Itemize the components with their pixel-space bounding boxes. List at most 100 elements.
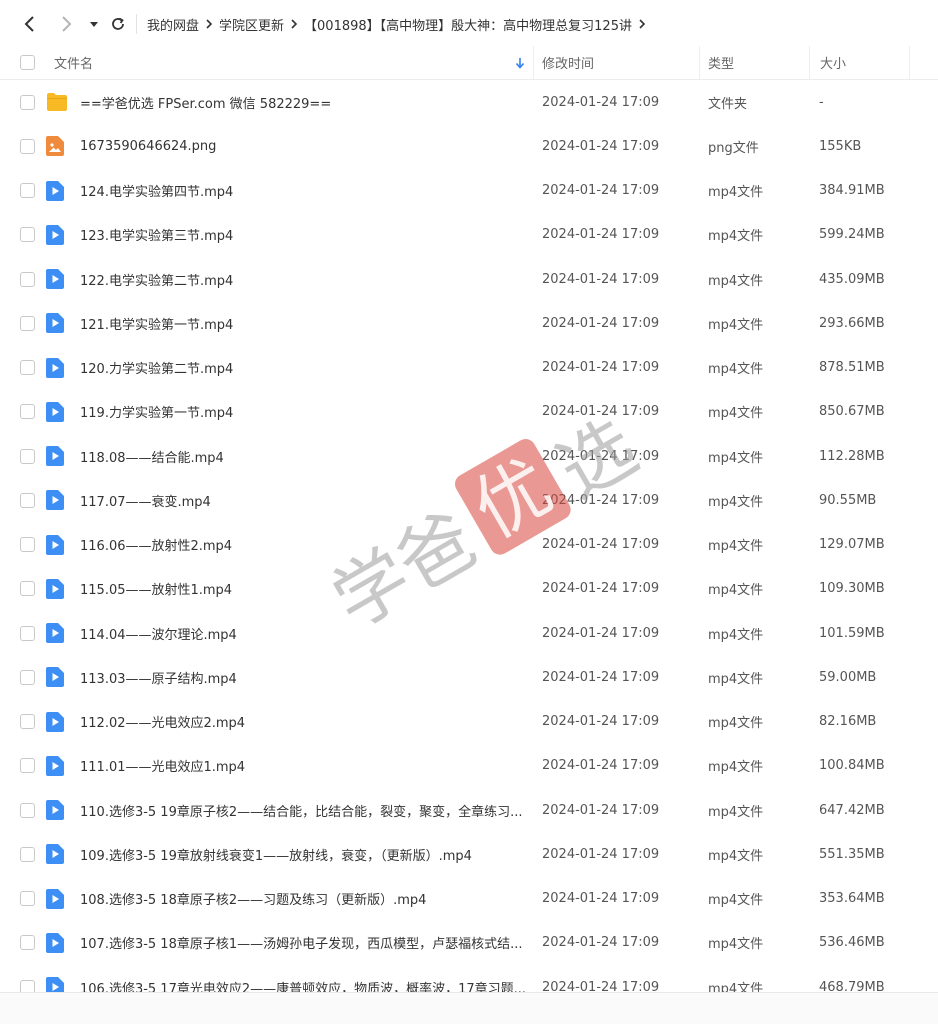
file-name[interactable]: 113.03——原子结构.mp4	[80, 668, 542, 687]
row-checkbox[interactable]	[19, 271, 35, 287]
file-name[interactable]: 110.选修3-5 19章原子核2——结合能，比结合能，裂变，聚变，全章练习..…	[80, 801, 542, 820]
row-checkbox[interactable]	[19, 625, 35, 641]
file-name[interactable]: 117.07——衰变.mp4	[80, 491, 542, 510]
video-file-icon	[46, 623, 80, 644]
file-row[interactable]: 123.电学实验第三节.mp4 2024-01-24 17:09 mp4文件 599.…	[0, 213, 938, 257]
video-file-icon	[46, 401, 80, 422]
file-modified-time: 2024-01-24 17:09	[542, 315, 660, 331]
file-name[interactable]: 1673590646624.png	[80, 139, 542, 154]
file-row[interactable]: 121.电学实验第一节.mp4 2024-01-24 17:09 mp4文件 293.…	[0, 301, 938, 345]
file-name[interactable]: 123.电学实验第三节.mp4	[80, 225, 542, 244]
file-name[interactable]: 124.电学实验第四节.mp4	[80, 181, 542, 200]
file-name[interactable]: 111.01——光电效应1.mp4	[80, 756, 542, 775]
file-row[interactable]: 118.08——结合能.mp4 2024-01-24 17:09 mp4文件 112.…	[0, 434, 938, 478]
folder-icon	[46, 92, 80, 112]
chevron-right-icon	[62, 16, 72, 32]
file-name[interactable]: 114.04——波尔理论.mp4	[80, 624, 542, 643]
row-checkbox[interactable]	[19, 183, 35, 199]
file-row[interactable]: 112.02——光电效应2.mp4 2024-01-24 17:09 mp4文件 82…	[0, 700, 938, 744]
row-checkbox[interactable]	[19, 492, 35, 508]
file-row[interactable]: 114.04——波尔理论.mp4 2024-01-24 17:09 mp4文件 101…	[0, 611, 938, 655]
row-checkbox[interactable]	[19, 94, 35, 110]
row-checkbox[interactable]	[19, 315, 35, 331]
file-name[interactable]: 116.06——放射性2.mp4	[80, 535, 542, 554]
row-checkbox[interactable]	[19, 227, 35, 243]
row-select-cell	[0, 714, 46, 730]
file-size: 112.28MB	[819, 448, 885, 464]
file-row[interactable]: 124.电学实验第四节.mp4 2024-01-24 17:09 mp4文件 384.…	[0, 169, 938, 213]
breadcrumb-item-my-drive[interactable]: 我的网盘	[147, 15, 199, 34]
chevron-left-icon	[24, 16, 34, 32]
column-header-modified-label: 修改时间	[542, 57, 595, 72]
file-name[interactable]: 120.力学实验第二节.mp4	[80, 358, 542, 377]
row-checkbox[interactable]	[19, 537, 35, 553]
file-row[interactable]: 115.05——放射性1.mp4 2024-01-24 17:09 mp4文件 109…	[0, 567, 938, 611]
sort-descending-icon[interactable]	[515, 57, 525, 69]
video-file-icon	[46, 269, 80, 290]
file-row[interactable]: 111.01——光电效应1.mp4 2024-01-24 17:09 mp4文件 10…	[0, 744, 938, 788]
file-name[interactable]: 118.08——结合能.mp4	[80, 447, 542, 466]
breadcrumb-item-college-updates[interactable]: 学院区更新	[219, 15, 284, 34]
row-select-cell	[0, 138, 46, 154]
file-row[interactable]: 110.选修3-5 19章原子核2——结合能，比结合能，裂变，聚变，全章练习..…	[0, 788, 938, 832]
breadcrumb-item-current-folder[interactable]: 【001898】【高中物理】殷大神：高中物理总复习125讲	[304, 15, 632, 34]
back-button[interactable]	[18, 12, 42, 36]
row-checkbox[interactable]	[19, 714, 35, 730]
file-row[interactable]: 1673590646624.png 2024-01-24 17:09 png文件 15…	[0, 124, 938, 168]
file-name[interactable]: 121.电学实验第一节.mp4	[80, 314, 542, 333]
row-select-cell	[0, 227, 46, 243]
row-select-cell	[0, 315, 46, 331]
file-size: 90.55MB	[819, 492, 877, 508]
row-checkbox[interactable]	[19, 448, 35, 464]
file-type: mp4文件	[708, 494, 764, 510]
forward-button[interactable]	[54, 12, 78, 36]
row-checkbox[interactable]	[19, 846, 35, 862]
file-row[interactable]: 109.选修3-5 19章放射线衰变1——放射线，衰变，（更新版）.mp4 202…	[0, 832, 938, 876]
file-row[interactable]: 113.03——原子结构.mp4 2024-01-24 17:09 mp4文件 59.…	[0, 655, 938, 699]
video-file-icon	[46, 977, 80, 992]
row-checkbox[interactable]	[19, 360, 35, 376]
row-checkbox[interactable]	[19, 581, 35, 597]
refresh-button[interactable]	[106, 12, 130, 36]
file-row[interactable]: ==学爸优选 FPSer.com 微信 582229== 2024-01-24 1…	[0, 80, 938, 124]
row-checkbox[interactable]	[19, 758, 35, 774]
file-row[interactable]: 117.07——衰变.mp4 2024-01-24 17:09 mp4文件 90.55…	[0, 478, 938, 522]
file-name[interactable]: 109.选修3-5 19章放射线衰变1——放射线，衰变，（更新版）.mp4	[80, 845, 542, 864]
file-row[interactable]: 116.06——放射性2.mp4 2024-01-24 17:09 mp4文件 129…	[0, 523, 938, 567]
file-row[interactable]: 107.选修3-5 18章原子核1——汤姆孙电子发现，西瓜模型，卢瑟福核式结..…	[0, 921, 938, 965]
file-row[interactable]: 119.力学实验第一节.mp4 2024-01-24 17:09 mp4文件 850.…	[0, 390, 938, 434]
video-file-icon	[46, 932, 80, 953]
breadcrumb-separator-icon	[638, 19, 646, 29]
row-checkbox[interactable]	[19, 404, 35, 420]
row-checkbox[interactable]	[19, 935, 35, 951]
history-dropdown-button[interactable]	[82, 12, 106, 36]
file-name[interactable]: 112.02——光电效应2.mp4	[80, 712, 542, 731]
video-file-icon	[46, 667, 80, 688]
file-row[interactable]: 108.选修3-5 18章原子核2——习题及练习（更新版）.mp4 2024-01…	[0, 877, 938, 921]
file-type: mp4文件	[708, 804, 764, 820]
row-checkbox[interactable]	[19, 891, 35, 907]
file-name[interactable]: 107.选修3-5 18章原子核1——汤姆孙电子发现，西瓜模型，卢瑟福核式结..…	[80, 933, 542, 952]
file-row[interactable]: 120.力学实验第二节.mp4 2024-01-24 17:09 mp4文件 878.…	[0, 346, 938, 390]
file-size: 384.91MB	[819, 183, 885, 199]
row-checkbox[interactable]	[19, 979, 35, 992]
video-file-icon	[46, 844, 80, 865]
column-header-name[interactable]: 文件名	[46, 45, 534, 80]
file-name[interactable]: 122.电学实验第二节.mp4	[80, 270, 542, 289]
file-row[interactable]: 106.选修3-5 17章光电效应2——康普顿效应，物质波，概率波，17章习题.…	[0, 965, 938, 992]
row-checkbox[interactable]	[19, 802, 35, 818]
column-header-size[interactable]: 大小	[810, 45, 910, 80]
row-checkbox[interactable]	[19, 138, 35, 154]
file-name[interactable]: ==学爸优选 FPSer.com 微信 582229==	[80, 93, 542, 112]
file-name[interactable]: 115.05——放射性1.mp4	[80, 579, 542, 598]
file-row[interactable]: 122.电学实验第二节.mp4 2024-01-24 17:09 mp4文件 435.…	[0, 257, 938, 301]
column-header-type[interactable]: 类型	[700, 45, 810, 80]
select-all-checkbox[interactable]	[19, 55, 35, 70]
file-name[interactable]: 108.选修3-5 18章原子核2——习题及练习（更新版）.mp4	[80, 889, 542, 908]
file-name[interactable]: 119.力学实验第一节.mp4	[80, 402, 542, 421]
row-checkbox[interactable]	[19, 669, 35, 685]
file-modified-time: 2024-01-24 17:09	[542, 935, 660, 951]
file-name[interactable]: 106.选修3-5 17章光电效应2——康普顿效应，物质波，概率波，17章习题.…	[80, 978, 542, 992]
file-size: 59.00MB	[819, 669, 877, 685]
column-header-modified[interactable]: 修改时间	[534, 45, 700, 80]
